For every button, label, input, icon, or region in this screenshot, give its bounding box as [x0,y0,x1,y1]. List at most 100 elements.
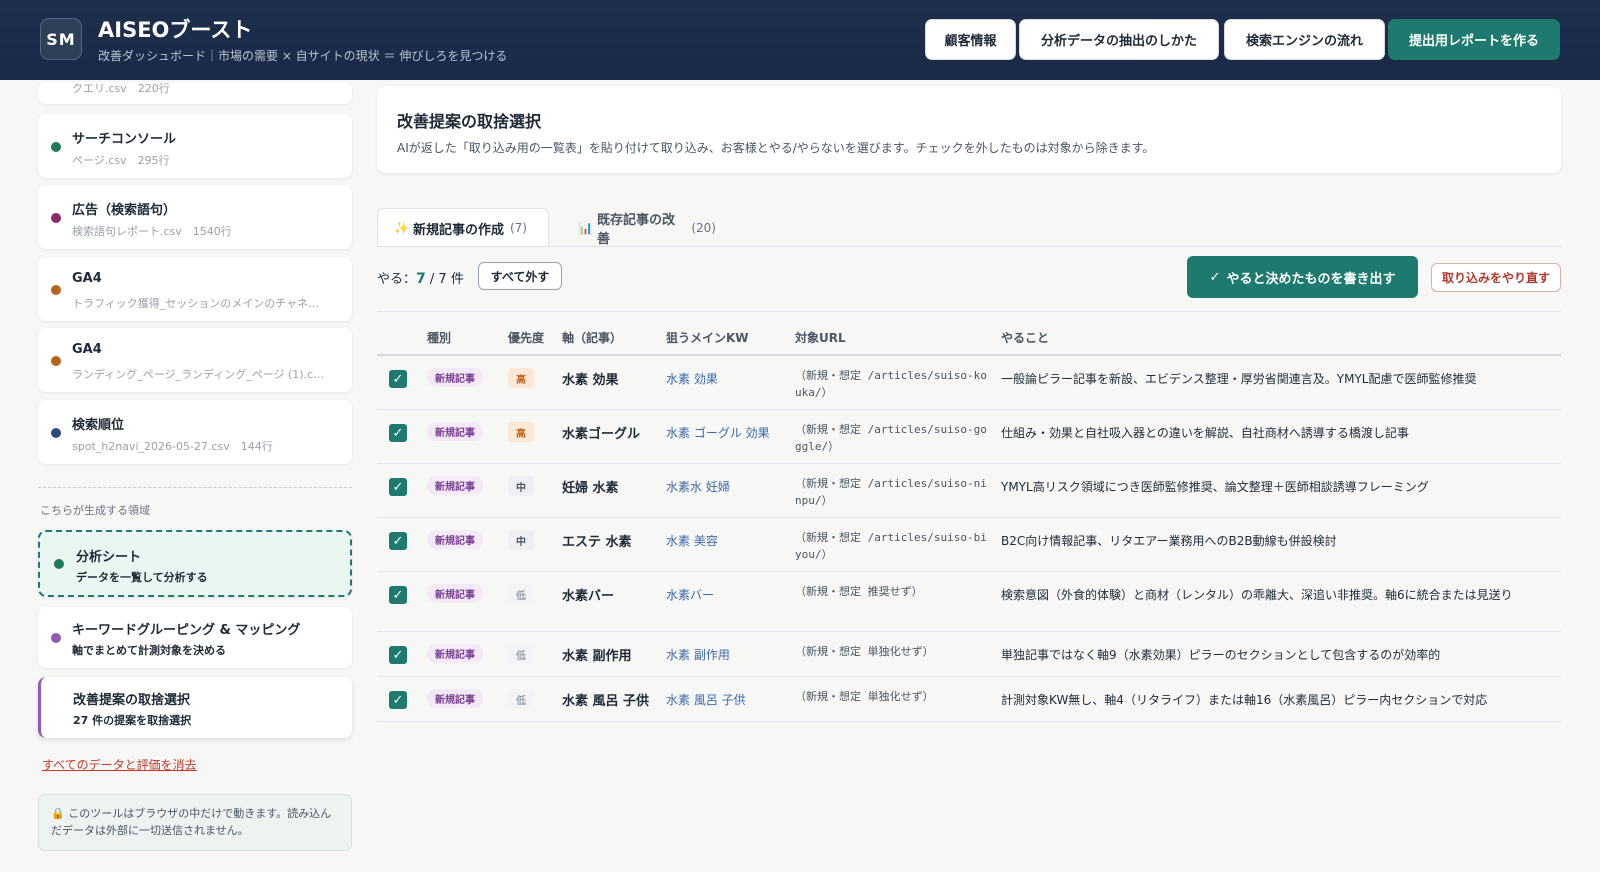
row-url: （新規・想定 単独化せず） [795,690,934,703]
nav-sub: データを一覧して分析する [76,571,208,584]
nav-title: 分析シート [76,550,142,565]
export-selected-button[interactable]: ✓ やると決めたものを書き出す [1187,256,1418,298]
table-row: ✓ 新規記事 高 水素ゴーグル 水素 ゴーグル 効果 （新規・想定 /artic… [377,410,1561,464]
clear-all-data-link[interactable]: すべてのデータと評価を消去 [42,756,197,773]
type-badge: 新規記事 [427,584,483,603]
row-axis: 水素バー [562,589,615,604]
column-header-keyword: 狙うメインKW [666,331,749,345]
extraction-guide-button[interactable]: 分析データの抽出のしかた [1019,19,1219,60]
row-todo: B2C向け情報記事、リタエアー業務用へのB2B動線も併設検討 [1001,534,1337,548]
row-axis: 水素 効果 [562,373,619,388]
row-url: （新規・想定 /articles/suiso-ninpu/） [795,477,987,507]
tab-existing-articles[interactable]: 📊 既存記事の改善 (20) [562,208,732,247]
priority-badge: 高 [508,368,534,388]
row-checkbox[interactable]: ✓ [389,691,407,709]
table-row: ✓ 新規記事 中 妊婦 水素 水素水 妊婦 （新規・想定 /articles/s… [377,464,1561,518]
source-card-ranking[interactable]: 検索順位 spot_h2navi_2026-05-27.csv 144行 [38,400,352,464]
row-url: （新規・想定 単独化せず） [795,645,934,658]
priority-badge: 低 [508,689,534,709]
selected-count: やる：7 / 7 件 [377,268,464,287]
status-dot-icon [51,213,61,223]
source-title: GA4 [72,271,102,286]
page-header-panel: 改善提案の取捨選択 AIが返した「取り込み用の一覧表」を貼り付けて取り込み、お客… [377,86,1561,173]
privacy-note-text: このツールはブラウザの中だけで動きます。読み込んだデータは外部に一切送信されませ… [51,807,332,837]
source-card-ads[interactable]: 広告（検索語句） 検索語句レポート.csv 1540行 [38,185,352,249]
status-dot-icon [51,428,61,438]
priority-badge: 高 [508,422,534,442]
source-card-partial[interactable]: クエリ.csv 220行 [38,82,352,104]
export-selected-label: やると決めたものを書き出す [1226,271,1396,287]
sidebar-divider [38,487,352,488]
toolbar-divider [377,311,1561,312]
nav-sub: 軸でまとめて計測対象を決める [72,644,226,657]
row-todo: 単独記事ではなく軸9（水素効果）ピラーのセクションとして包含するのが効率的 [1001,648,1441,662]
nav-analysis-sheet[interactable]: 分析シート データを一覧して分析する [38,530,352,597]
tab-label: 新規記事の作成 [412,222,504,238]
check-icon: ✓ [1209,269,1221,285]
tab-count: (7) [509,221,527,235]
row-keyword: 水素 風呂 子供 [666,693,746,707]
search-engine-flow-button[interactable]: 検索エンジンの流れ [1224,19,1385,60]
nav-proposal-selection[interactable]: 改善提案の取捨選択 27 件の提案を取捨選択 [38,677,352,738]
row-url: （新規・想定 推奨せず） [795,585,923,598]
redo-import-button[interactable]: 取り込みをやり直す [1431,263,1561,292]
row-axis: 水素ゴーグル [562,427,641,442]
app-header: SM AISEOブースト 改善ダッシュボード｜市場の需要 × 自サイトの現状 ＝… [0,0,1600,80]
row-checkbox[interactable]: ✓ [389,478,407,496]
create-report-button[interactable]: 提出用レポートを作る [1388,19,1560,60]
row-url: （新規・想定 /articles/suiso-biyou/） [795,531,987,561]
row-checkbox[interactable]: ✓ [389,424,407,442]
row-todo: 検索意図（外食的体験）と商材（レンタル）の乖離大、深追い非推奨。軸6に統合または… [1001,588,1513,602]
column-header-url: 対象URL [795,331,846,345]
row-checkbox[interactable]: ✓ [389,646,407,664]
row-keyword: 水素 ゴーグル 効果 [666,426,770,440]
table-row: ✓ 新規記事 低 水素 風呂 子供 水素 風呂 子供 （新規・想定 単独化せず）… [377,677,1561,722]
sparkle-icon: ✨ [394,221,409,235]
source-card-search-console[interactable]: サーチコンソール ページ.csv 295行 [38,114,352,178]
row-axis: 妊婦 水素 [562,481,619,496]
source-card-ga4-landing[interactable]: GA4 ランディング_ページ_ランディング_ページ (1).c… [38,328,352,392]
source-file: ページ.csv 295行 [72,154,170,167]
chart-icon: 📊 [578,220,593,235]
type-badge: 新規記事 [427,368,483,387]
row-checkbox[interactable]: ✓ [389,370,407,388]
priority-badge: 中 [508,476,534,496]
status-dot-icon [51,142,61,152]
table-row: ✓ 新規記事 中 エステ 水素 水素 美容 （新規・想定 /articles/s… [377,518,1561,572]
nav-title: 改善提案の取捨選択 [73,693,191,708]
table-row: ✓ 新規記事 低 水素 副作用 水素 副作用 （新規・想定 単独化せず） 単独記… [377,632,1561,677]
deselect-all-button[interactable]: すべて外す [478,262,562,290]
source-title: GA4 [72,342,102,357]
source-card-ga4-traffic[interactable]: GA4 トラフィック獲得_セッションのメインのチャネ… [38,257,352,321]
priority-badge: 低 [508,644,534,664]
source-card-partial-sub: クエリ.csv 220行 [72,82,170,95]
nav-keyword-grouping[interactable]: キーワードグルーピング & マッピング 軸でまとめて計測対象を決める [38,607,352,668]
selected-count-total: / 7 件 [425,272,464,287]
source-file: トラフィック獲得_セッションのメインのチャネ… [72,297,320,310]
column-header-priority: 優先度 [508,331,545,345]
nav-sub: 27 件の提案を取捨選択 [73,714,192,727]
privacy-note: 🔒 このツールはブラウザの中だけで動きます。読み込んだデータは外部に一切送信され… [38,794,352,851]
row-todo: 計測対象KW無し、軸4（リタライフ）または軸16（水素風呂）ピラー内セクションで… [1001,693,1488,707]
type-badge: 新規記事 [427,422,483,441]
status-dot-icon [51,633,61,643]
row-checkbox[interactable]: ✓ [389,586,407,604]
row-keyword: 水素水 妊婦 [666,480,730,494]
type-badge: 新規記事 [427,644,483,663]
page-description: AIが返した「取り込み用の一覧表」を貼り付けて取り込み、お客様とやる/やらないを… [397,141,1155,155]
status-dot-icon [51,285,61,295]
selected-count-label: やる： [377,272,417,287]
customer-info-button[interactable]: 顧客情報 [925,19,1016,60]
tab-new-articles[interactable]: ✨ 新規記事の作成 (7) [377,208,549,247]
status-dot-icon [51,356,61,366]
table-row: ✓ 新規記事 高 水素 効果 水素 効果 （新規・想定 /articles/su… [377,356,1561,410]
tab-underline [377,246,1561,247]
selected-count-value: 7 [416,271,426,287]
app-subtitle: 改善ダッシュボード｜市場の需要 × 自サイトの現状 ＝ 伸びしろを見つける [98,49,508,63]
nav-title: キーワードグルーピング & マッピング [72,623,301,638]
row-keyword: 水素バー [666,588,715,602]
row-checkbox[interactable]: ✓ [389,532,407,550]
priority-badge: 低 [508,584,534,604]
row-axis: 水素 風呂 子供 [562,694,650,709]
section-label: こちらが生成する領域 [40,504,150,517]
